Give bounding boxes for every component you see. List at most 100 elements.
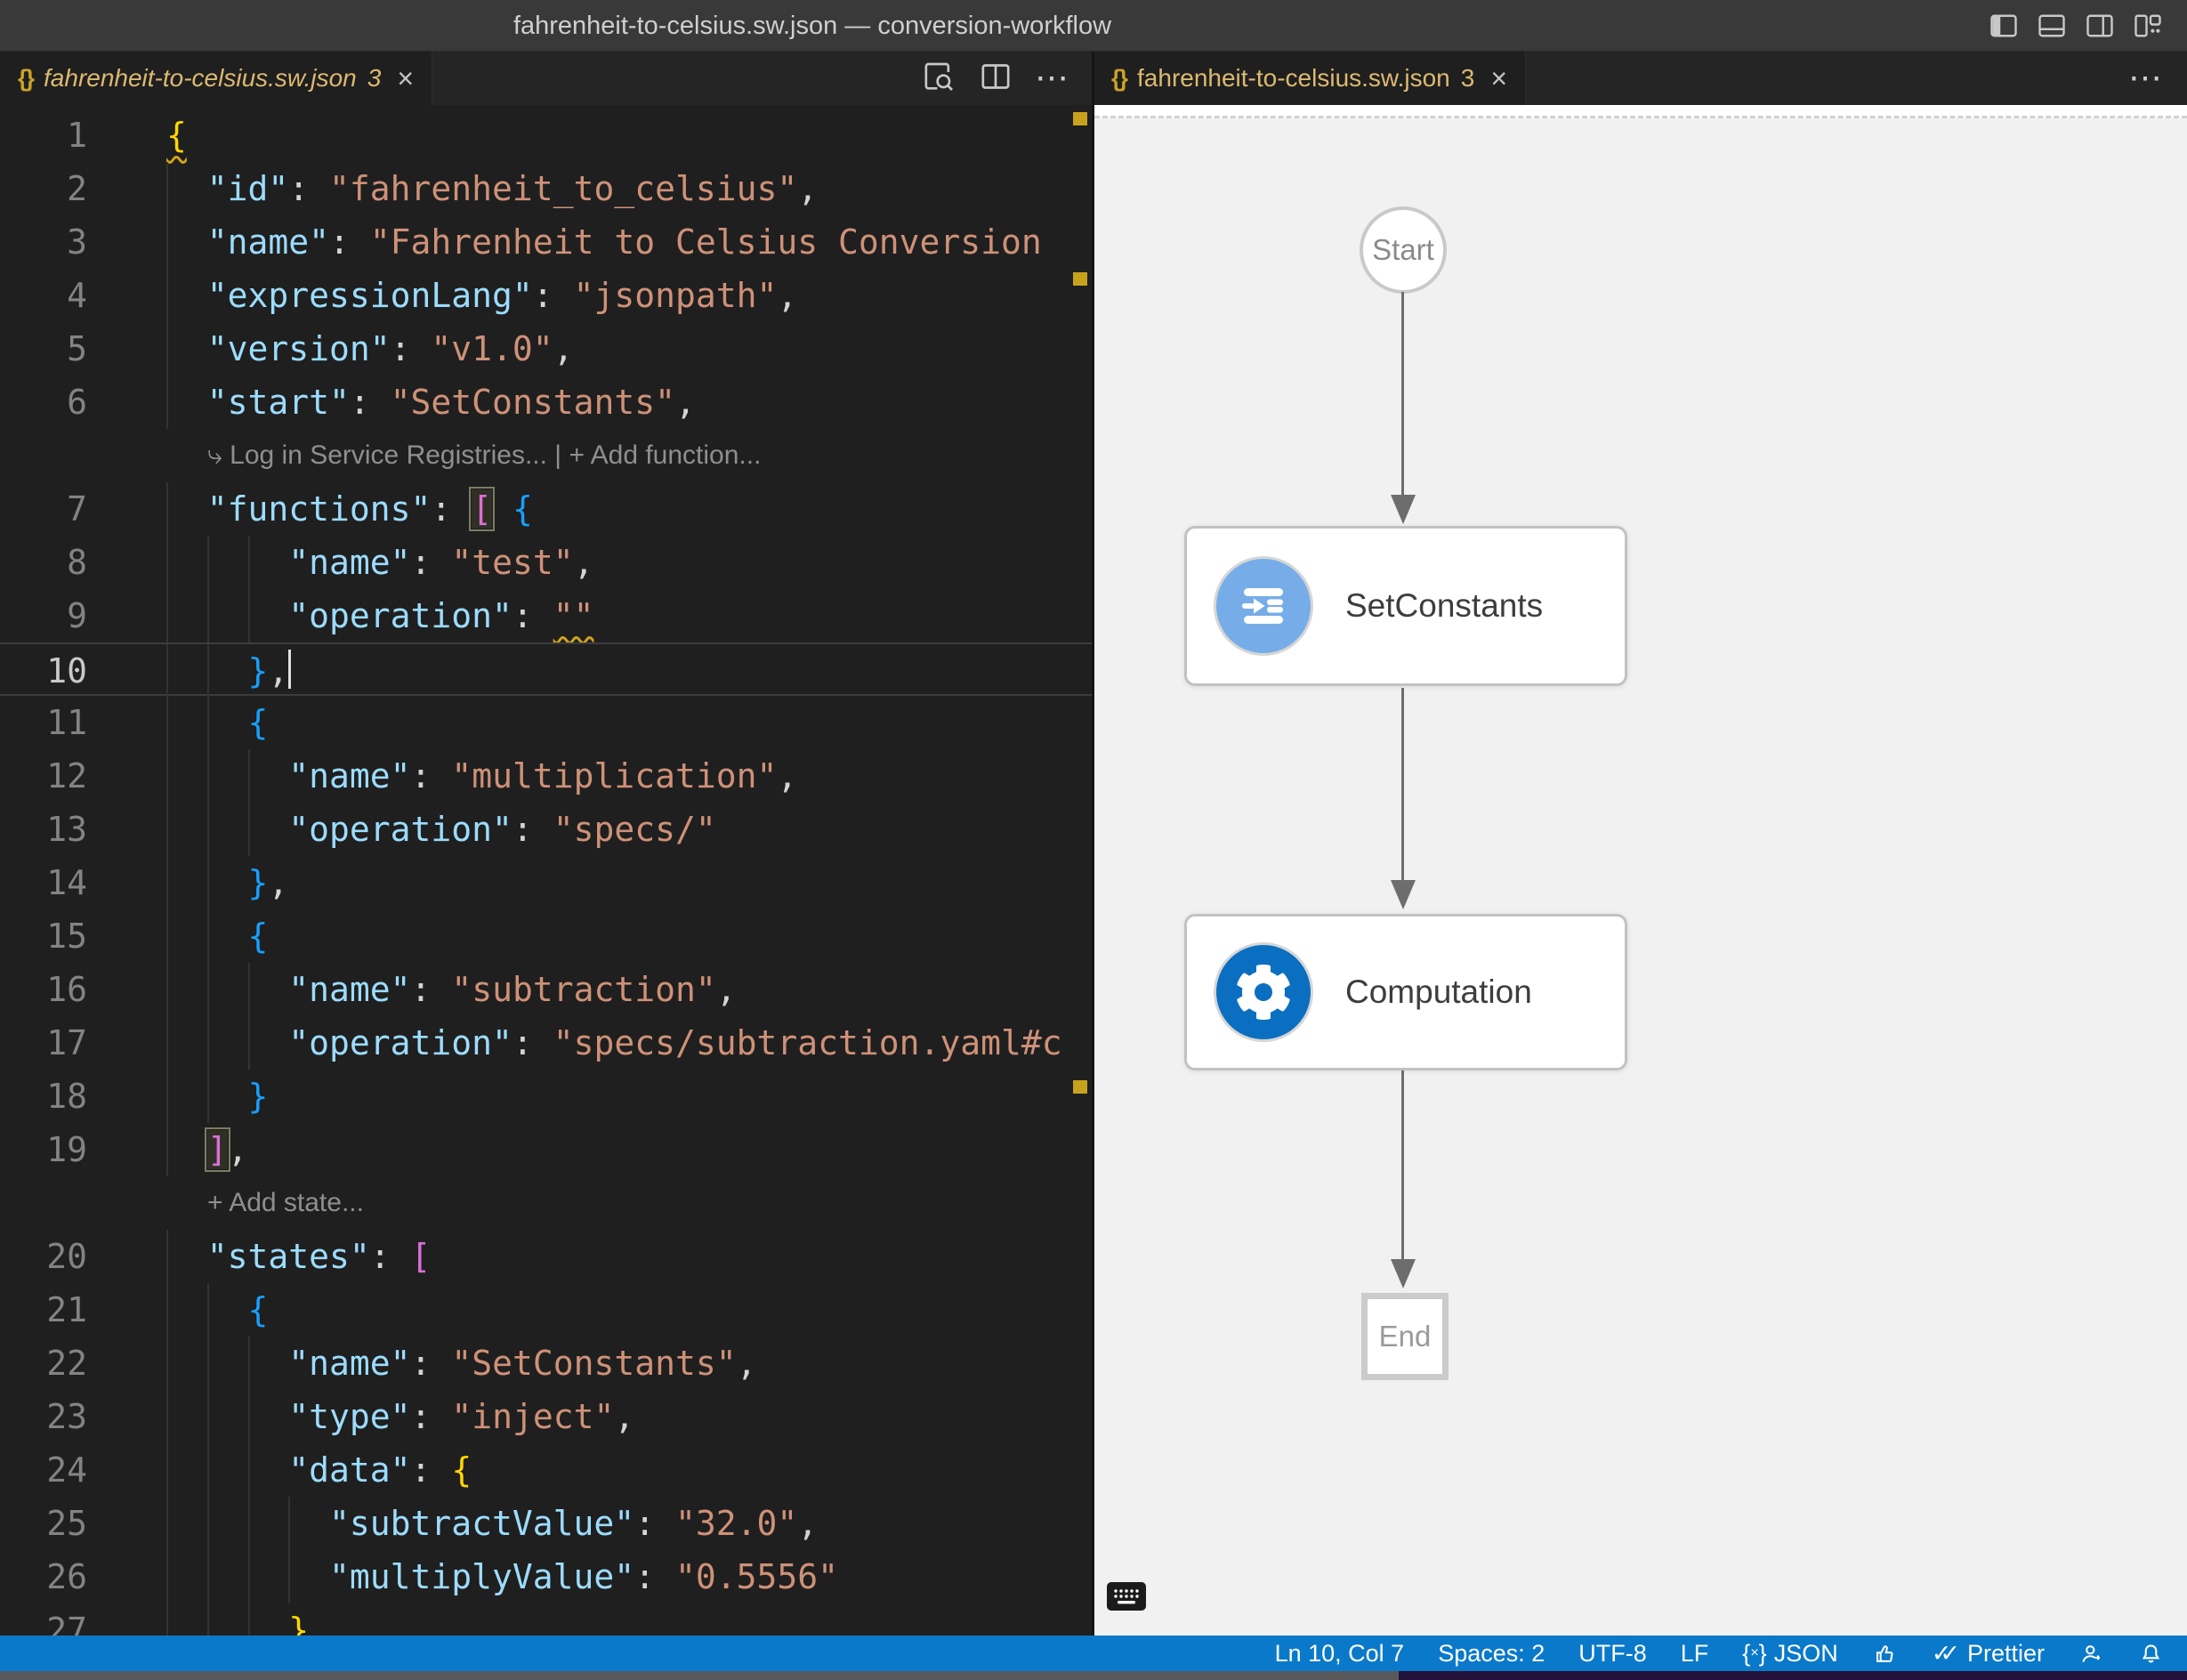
tab-diagram-preview[interactable]: {} fahrenheit-to-celsius.sw.json 3 × bbox=[1094, 52, 1526, 105]
code-token: : bbox=[350, 383, 391, 422]
double-check-icon: ✓✓ bbox=[1932, 1640, 1960, 1668]
status-item-label: UTF-8 bbox=[1578, 1640, 1647, 1668]
status-item-label: Spaces: 2 bbox=[1438, 1640, 1545, 1668]
code-line: 14}, bbox=[0, 856, 1092, 909]
code-token: { bbox=[451, 1450, 472, 1490]
codelens-link[interactable]: ⤷ Log in Service Registries... bbox=[207, 440, 547, 470]
split-editor-icon[interactable] bbox=[978, 59, 1013, 99]
code-token: "inject" bbox=[451, 1397, 614, 1436]
line-number: 21 bbox=[0, 1283, 87, 1337]
more-actions-icon[interactable]: ⋯ bbox=[2128, 61, 2164, 96]
window-title: fahrenheit-to-celsius.sw.json — conversi… bbox=[513, 0, 1111, 52]
indent-guide bbox=[248, 589, 250, 642]
codelens-link[interactable]: + Add function... bbox=[569, 440, 761, 470]
line-number: 27 bbox=[0, 1603, 87, 1636]
line-number: 4 bbox=[0, 269, 87, 322]
state-node-computation[interactable]: Computation bbox=[1184, 914, 1627, 1070]
indent-guide bbox=[166, 269, 168, 322]
indent-guide bbox=[207, 856, 209, 909]
line-number: 15 bbox=[0, 909, 87, 963]
status-item-bell-icon[interactable] bbox=[2138, 1641, 2164, 1667]
code-token: , bbox=[777, 276, 797, 315]
inject-icon bbox=[1214, 556, 1313, 656]
status-item-account-icon[interactable] bbox=[2078, 1641, 2104, 1667]
code-token: "specs/subtraction.yaml#c bbox=[553, 1023, 1062, 1062]
status-item-thumbs-up-icon[interactable] bbox=[1872, 1641, 1898, 1667]
bottom-edge-strip bbox=[0, 1671, 1399, 1680]
customize-layout-icon[interactable] bbox=[2132, 10, 2164, 42]
codelens-link[interactable]: + Add state... bbox=[207, 1188, 364, 1217]
line-number: 2 bbox=[0, 162, 87, 215]
indent-guide bbox=[248, 1550, 250, 1603]
indent-guide bbox=[207, 1390, 209, 1443]
toggle-secondary-sidebar-icon[interactable] bbox=[2084, 10, 2116, 42]
overview-ruler-warning-marker bbox=[1073, 272, 1087, 286]
close-tab-icon[interactable]: × bbox=[397, 62, 414, 95]
status-item-ln-10-col-7[interactable]: Ln 10, Col 7 bbox=[1275, 1640, 1405, 1668]
diagram-dropzone-border bbox=[1094, 105, 2187, 118]
code-line: 3"name": "Fahrenheit to Celsius Conversi… bbox=[0, 215, 1092, 269]
code-token: "subtractValue" bbox=[329, 1504, 634, 1543]
code-token: "v1.0" bbox=[431, 329, 553, 368]
keyboard-icon[interactable] bbox=[1107, 1582, 1146, 1611]
arrowhead-icon bbox=[1391, 880, 1416, 909]
code-line: 15{ bbox=[0, 909, 1092, 963]
status-item-lf[interactable]: LF bbox=[1681, 1640, 1709, 1668]
indent-guide bbox=[248, 1390, 250, 1443]
codelens-row: + Add state... bbox=[0, 1176, 1092, 1230]
toggle-sidebar-icon[interactable] bbox=[1988, 10, 2020, 42]
line-number: 6 bbox=[0, 376, 87, 429]
indent-guide bbox=[166, 1230, 168, 1283]
tab-filename: fahrenheit-to-celsius.sw.json bbox=[44, 64, 357, 93]
thumbs-up-icon bbox=[1872, 1641, 1898, 1667]
tab-json-editor[interactable]: {} fahrenheit-to-celsius.sw.json 3 × bbox=[0, 52, 432, 105]
indent-guide bbox=[166, 644, 168, 698]
code-token: : bbox=[634, 1557, 675, 1596]
workflow-diagram-canvas[interactable]: Start SetConstants Computation End bbox=[1094, 105, 2187, 1636]
code-token: , bbox=[716, 970, 737, 1009]
code-token: "states" bbox=[207, 1237, 370, 1276]
end-node-label: End bbox=[1379, 1320, 1432, 1353]
indent-guide bbox=[248, 1337, 250, 1390]
indent-guide bbox=[166, 909, 168, 963]
indent-guide bbox=[207, 803, 209, 856]
close-tab-icon[interactable]: × bbox=[1490, 62, 1507, 95]
code-editor[interactable]: 1{2"id": "fahrenheit_to_celsius",3"name"… bbox=[0, 105, 1092, 1636]
status-item-utf-8[interactable]: UTF-8 bbox=[1578, 1640, 1647, 1668]
line-number: 16 bbox=[0, 963, 87, 1016]
code-token: { bbox=[512, 489, 533, 529]
code-token: } bbox=[248, 1077, 269, 1116]
code-token: : bbox=[370, 1237, 411, 1276]
indent-guide bbox=[207, 1283, 209, 1337]
toggle-panel-icon[interactable] bbox=[2036, 10, 2068, 42]
code-token: "expressionLang" bbox=[207, 276, 533, 315]
arrowhead-icon bbox=[1391, 1259, 1416, 1288]
editor-group-right-tabs: {} fahrenheit-to-celsius.sw.json 3 × ⋯ bbox=[1094, 52, 2187, 105]
indent-guide bbox=[166, 1283, 168, 1337]
overview-ruler-warning-marker bbox=[1073, 112, 1087, 125]
code-token: "type" bbox=[288, 1397, 410, 1436]
editor-group-left-tabs: {} fahrenheit-to-celsius.sw.json 3 × ⋯ bbox=[0, 52, 1094, 105]
code-token: "name" bbox=[288, 756, 410, 796]
code-line: 22"name": "SetConstants", bbox=[0, 1337, 1092, 1390]
account-icon bbox=[2078, 1641, 2104, 1667]
code-token: "name" bbox=[207, 222, 329, 262]
status-item-prettier[interactable]: ✓✓Prettier bbox=[1932, 1640, 2045, 1668]
line-number: 12 bbox=[0, 749, 87, 803]
json-file-icon: {} bbox=[18, 65, 33, 93]
code-line: 2"id": "fahrenheit_to_celsius", bbox=[0, 162, 1092, 215]
code-token: , bbox=[309, 1611, 329, 1636]
code-line: 10}, bbox=[0, 642, 1092, 696]
code-token: , bbox=[737, 1344, 757, 1383]
status-item-label: Prettier bbox=[1967, 1640, 2045, 1668]
indent-guide bbox=[248, 1603, 250, 1636]
more-actions-icon[interactable]: ⋯ bbox=[1035, 61, 1070, 96]
edge-setconstants-to-computation bbox=[1401, 688, 1404, 880]
workflow-end-node[interactable]: End bbox=[1361, 1293, 1449, 1380]
indent-guide bbox=[166, 1123, 168, 1176]
workflow-start-node[interactable]: Start bbox=[1360, 206, 1447, 294]
status-item-spaces-2[interactable]: Spaces: 2 bbox=[1438, 1640, 1545, 1668]
open-preview-icon[interactable] bbox=[921, 59, 956, 99]
status-item-json[interactable]: {×}JSON bbox=[1742, 1640, 1837, 1668]
state-node-setconstants[interactable]: SetConstants bbox=[1184, 526, 1627, 686]
